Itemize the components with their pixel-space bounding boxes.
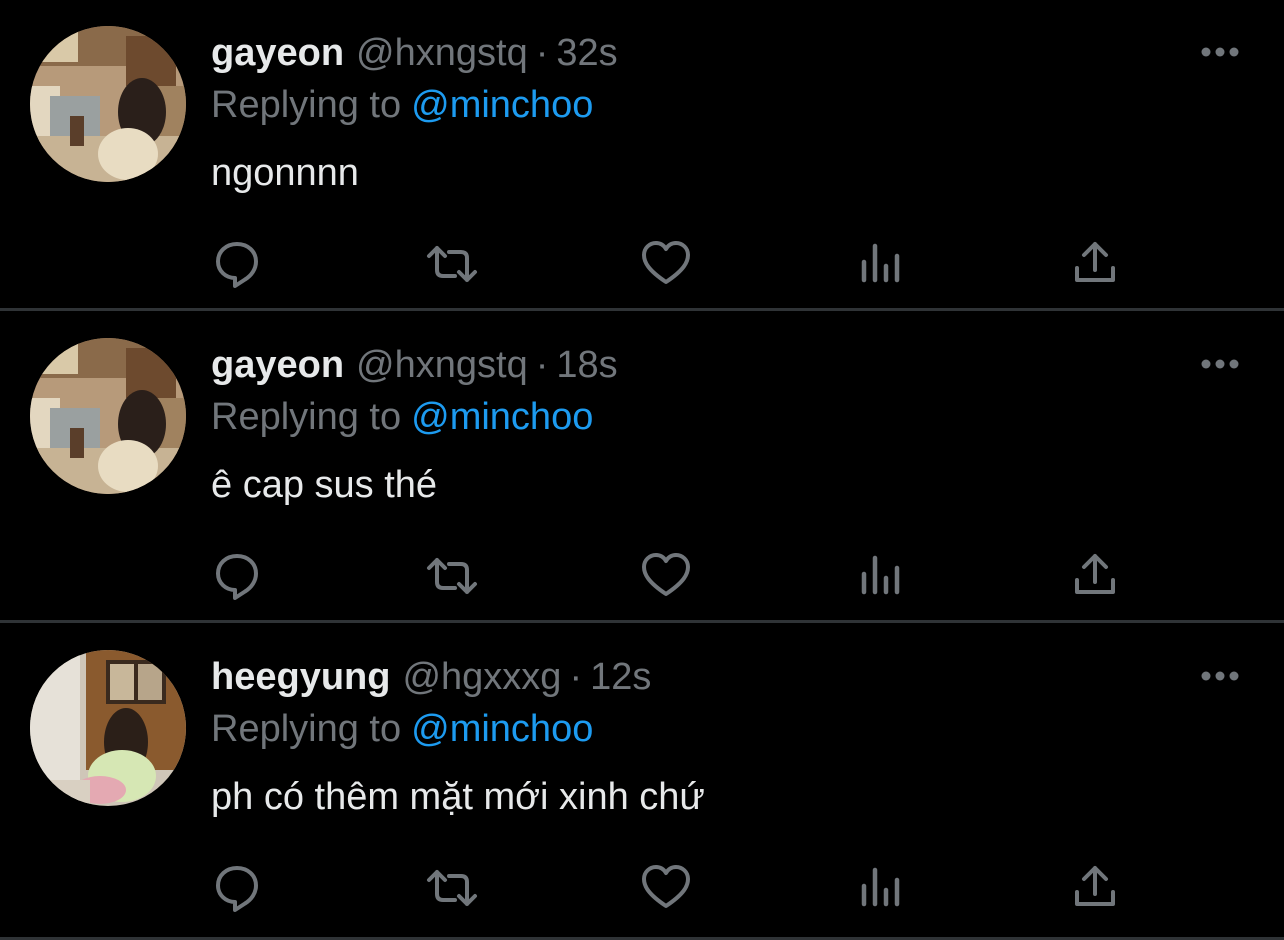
- more-icon[interactable]: [1196, 350, 1244, 378]
- reply-icon[interactable]: [209, 548, 265, 604]
- share-icon[interactable]: [1067, 860, 1123, 916]
- tweet-text: ngonnnn: [211, 152, 359, 194]
- tweet-header: gayeon @hxngstq · 32s: [211, 30, 618, 76]
- user-handle[interactable]: @hxngstq: [356, 344, 528, 386]
- mention-link[interactable]: @minchoo: [411, 396, 593, 438]
- tweet-header: heegyung @hgxxxg · 12s: [211, 654, 651, 700]
- views-icon[interactable]: [853, 548, 909, 604]
- timeline: gayeon @hxngstq · 32s Replying to @minchoo n…: [0, 0, 1284, 940]
- avatar[interactable]: [30, 650, 186, 806]
- retweet-icon[interactable]: [424, 548, 480, 604]
- tweet[interactable]: gayeon @hxngstq · 18s Replying to @minchoo ê…: [0, 312, 1284, 623]
- separator-dot: ·: [535, 344, 549, 386]
- display-name[interactable]: gayeon: [211, 344, 344, 386]
- more-icon[interactable]: [1196, 662, 1244, 690]
- views-icon[interactable]: [853, 236, 909, 292]
- tweet-text: ê cap sus thé: [211, 464, 438, 506]
- tweet-text: ph có thêm mặt mới xinh chứ: [211, 776, 705, 818]
- timestamp[interactable]: 18s: [556, 344, 617, 386]
- timestamp[interactable]: 32s: [556, 32, 617, 74]
- replying-to-label: Replying to: [211, 396, 402, 438]
- avatar[interactable]: [30, 26, 186, 182]
- heart-icon[interactable]: [638, 548, 694, 604]
- timestamp[interactable]: 12s: [590, 656, 651, 698]
- user-handle[interactable]: @hxngstq: [356, 32, 528, 74]
- retweet-icon[interactable]: [424, 236, 480, 292]
- mention-link[interactable]: @minchoo: [411, 84, 593, 126]
- more-icon[interactable]: [1196, 38, 1244, 66]
- reply-icon[interactable]: [209, 860, 265, 916]
- tweet[interactable]: heegyung @hgxxxg · 12s Replying to @minchoo …: [0, 624, 1284, 940]
- mention-link[interactable]: @minchoo: [411, 708, 593, 750]
- replying-to: Replying to @minchoo: [211, 82, 593, 128]
- share-icon[interactable]: [1067, 236, 1123, 292]
- replying-to-label: Replying to: [211, 84, 402, 126]
- avatar[interactable]: [30, 338, 186, 494]
- retweet-icon[interactable]: [424, 860, 480, 916]
- replying-to: Replying to @minchoo: [211, 706, 593, 752]
- heart-icon[interactable]: [638, 236, 694, 292]
- tweet-header: gayeon @hxngstq · 18s: [211, 342, 618, 388]
- views-icon[interactable]: [853, 860, 909, 916]
- display-name[interactable]: heegyung: [211, 656, 390, 698]
- separator-dot: ·: [569, 656, 583, 698]
- tweet[interactable]: gayeon @hxngstq · 32s Replying to @minchoo n…: [0, 0, 1284, 311]
- display-name[interactable]: gayeon: [211, 32, 344, 74]
- replying-to: Replying to @minchoo: [211, 394, 593, 440]
- separator-dot: ·: [535, 32, 549, 74]
- reply-icon[interactable]: [209, 236, 265, 292]
- heart-icon[interactable]: [638, 860, 694, 916]
- share-icon[interactable]: [1067, 548, 1123, 604]
- user-handle[interactable]: @hgxxxg: [402, 656, 561, 698]
- replying-to-label: Replying to: [211, 708, 402, 750]
